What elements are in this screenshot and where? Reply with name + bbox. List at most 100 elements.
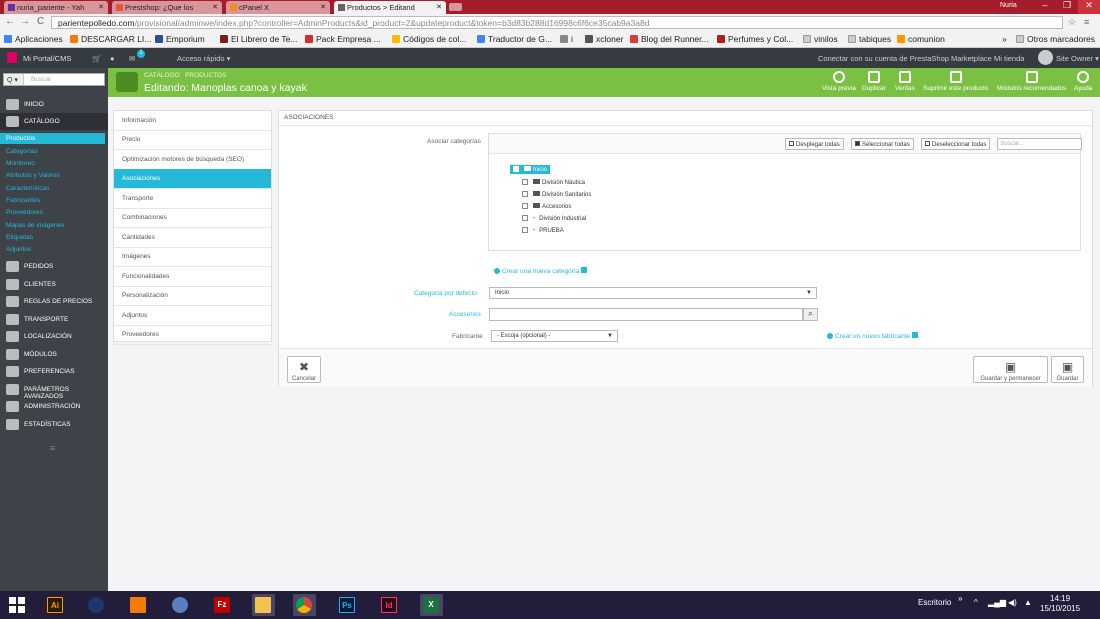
bookmark-vinilos[interactable]: vinilos xyxy=(803,34,838,44)
bookmark-tabiques[interactable]: tabiques xyxy=(848,34,891,44)
sidebar-sub-productos[interactable]: Productos xyxy=(0,133,105,144)
sidebar-sub-monitoreo[interactable]: Monitoreo xyxy=(6,160,35,167)
tab-transporte[interactable]: Transporte xyxy=(114,189,271,209)
tree-node-sanitarios[interactable]: División Sanitarios xyxy=(522,191,591,198)
bookmark-comunion[interactable]: comunion xyxy=(897,34,945,44)
close-tab-icon[interactable]: ✕ xyxy=(436,3,442,11)
indesign-app[interactable]: Id xyxy=(378,594,401,616)
tree-node-industrial[interactable]: • División Industrial xyxy=(522,215,586,222)
tab-precio[interactable]: Precio xyxy=(114,130,271,150)
bookmark-descargar[interactable]: DESCARGAR LI... xyxy=(70,34,151,44)
owner-menu[interactable]: Site Owner ▾ xyxy=(1056,54,1099,63)
tab-combinaciones[interactable]: Combinaciones xyxy=(114,208,271,228)
network-icon[interactable]: ▂▄▆ xyxy=(988,598,1006,607)
search-icon[interactable]: ⌕ xyxy=(803,308,818,321)
bookmark-traductor[interactable]: Traductor de G... xyxy=(477,34,552,44)
back-icon[interactable]: ← xyxy=(5,16,15,27)
sidebar-item-pedidos[interactable]: Pedidos xyxy=(0,258,108,275)
sidebar-item-estadisticas[interactable]: Estadísticas xyxy=(0,416,108,433)
tray-chevron-icon[interactable]: ^ xyxy=(974,598,978,607)
bookmark-otros[interactable]: Otros marcadores xyxy=(1016,34,1095,44)
tree-node-accesorios[interactable]: Accesorios xyxy=(522,203,571,210)
menu-icon[interactable]: ≡ xyxy=(1084,17,1089,27)
my-store-link[interactable]: Mi tienda xyxy=(994,54,1024,63)
cart-icon[interactable]: 🛒 xyxy=(92,54,101,63)
bookmark-emporium[interactable]: Emporium xyxy=(155,34,205,44)
save-button[interactable]: ▣ Guardar xyxy=(1051,356,1084,383)
create-category-link[interactable]: Crear una nueva categoría xyxy=(494,267,588,275)
checkbox[interactable] xyxy=(522,203,528,209)
bookmark-blog-runner[interactable]: Blog del Runner... xyxy=(630,34,709,44)
sidebar-item-clientes[interactable]: Clientes xyxy=(0,276,108,293)
expand-all-button[interactable]: Desplegar todas xyxy=(785,138,844,150)
excel-app[interactable]: X xyxy=(420,594,443,616)
chrome-icon[interactable] xyxy=(293,594,316,616)
checkbox[interactable] xyxy=(522,179,528,185)
deselect-all-button[interactable]: Deseleccionar todas xyxy=(921,138,991,150)
sidebar-sub-proveedores[interactable]: Proveedores xyxy=(6,209,43,216)
recommended-modules-button[interactable]: Módulos recomendados xyxy=(997,71,1066,92)
bookmark-i[interactable]: i xyxy=(560,34,573,44)
tree-node-nautica[interactable]: División Náutica xyxy=(522,179,585,186)
tab-adjuntos[interactable]: Adjuntos xyxy=(114,306,271,326)
checkbox[interactable] xyxy=(522,227,528,233)
site-name[interactable]: Mi Portal/CMS xyxy=(23,54,71,63)
tab-funcionalidades[interactable]: Funcionalidades xyxy=(114,267,271,287)
sidebar-item-transporte[interactable]: Transporte xyxy=(0,311,108,328)
browser-user[interactable]: Nuria xyxy=(1000,2,1017,9)
sidebar-sub-etiquetas[interactable]: Etiquetas xyxy=(6,234,33,241)
taskbar-clock[interactable]: 14:19 15/10/2015 xyxy=(1040,594,1080,614)
browser-tab-prestashop[interactable]: Prestshop: ¿Que los ✕ xyxy=(112,1,222,14)
browser-tab-yahoo[interactable]: nuria_pariente - Yah ✕ xyxy=(4,1,108,14)
bookmark-codigos[interactable]: Códigos de col... xyxy=(392,34,466,44)
bookmark-pack-empresa[interactable]: Pack Empresa ... xyxy=(305,34,381,44)
desktop-toolbar-chevron-icon[interactable]: » xyxy=(958,594,962,603)
browser-tab-cpanel[interactable]: cPanel X ✕ xyxy=(226,1,330,14)
sidebar-item-reglas-precios[interactable]: Reglas de precios xyxy=(0,293,108,310)
prestashop-logo[interactable] xyxy=(7,52,17,63)
sidebar-item-modulos[interactable]: Módulos xyxy=(0,346,108,363)
sidebar-item-administracion[interactable]: Administración xyxy=(0,398,108,415)
sidebar-sub-mapas[interactable]: Mapas de imágenes xyxy=(6,222,65,229)
help-button[interactable]: Ayuda xyxy=(1074,71,1092,92)
tree-search-input[interactable]: buscar... xyxy=(997,138,1082,150)
delete-product-button[interactable]: Suprimir este producto xyxy=(923,71,988,92)
cloud-sync-icon[interactable]: ▲ xyxy=(1024,598,1032,607)
breadcrumb-productos[interactable]: PRODUCTOS xyxy=(185,72,226,79)
tree-node-prueba[interactable]: • PRUEBA xyxy=(522,227,564,234)
tab-imagenes[interactable]: Imágenes xyxy=(114,247,271,267)
new-tab-button[interactable] xyxy=(449,3,462,11)
sidebar-item-localizacion[interactable]: Localización xyxy=(0,328,108,345)
messages-icon[interactable]: ✉ xyxy=(129,54,135,63)
url-field[interactable]: parientepolledo.com/provisional/adminwe/… xyxy=(51,16,1063,29)
avatar[interactable] xyxy=(1038,50,1053,65)
preview-button[interactable]: Vista previa xyxy=(822,71,856,92)
bookmark-librero[interactable]: El Librero de Te... xyxy=(220,34,297,44)
file-explorer-icon[interactable] xyxy=(252,594,275,616)
filezilla-app[interactable]: Fz xyxy=(211,594,234,616)
tree-node-inicio[interactable]: Inicio xyxy=(510,165,551,174)
paint-app-icon[interactable] xyxy=(169,594,192,616)
desktop-toolbar[interactable]: Escritorio xyxy=(918,598,951,607)
illustrator-app[interactable]: Ai xyxy=(44,594,67,616)
tab-asociaciones[interactable]: Asociaciones xyxy=(114,169,271,189)
windows-start-icon[interactable] xyxy=(6,594,28,616)
sidebar-item-preferencias[interactable]: Preferencias xyxy=(0,363,108,380)
duplicate-button[interactable]: Duplicar xyxy=(862,71,886,92)
bookmarks-overflow[interactable]: » xyxy=(1002,34,1007,44)
sidebar-item-parametros[interactable]: Parámetros avanzados xyxy=(0,381,108,400)
reload-icon[interactable]: C xyxy=(37,16,44,27)
maximize-icon[interactable]: ❐ xyxy=(1056,0,1078,14)
window-close-icon[interactable]: ✕ xyxy=(1078,0,1100,14)
browser-tab-productos[interactable]: Productos > Editand ✕ xyxy=(334,1,446,14)
bookmark-aplicaciones[interactable]: Aplicaciones xyxy=(4,34,63,44)
sidebar-item-inicio[interactable]: Inicio xyxy=(0,96,108,113)
forward-icon[interactable]: → xyxy=(20,16,30,27)
save-and-stay-button[interactable]: ▣ Guardar y permanecer xyxy=(973,356,1048,383)
tab-personalizacion[interactable]: Personalización xyxy=(114,286,271,306)
sidebar-sub-caracteristicas[interactable]: Características xyxy=(6,185,49,192)
accessories-input[interactable] xyxy=(489,308,803,321)
volume-icon[interactable]: ◀) xyxy=(1008,598,1017,607)
search-input[interactable]: Buscar xyxy=(31,76,51,83)
tab-cantidades[interactable]: Cantidades xyxy=(114,228,271,248)
